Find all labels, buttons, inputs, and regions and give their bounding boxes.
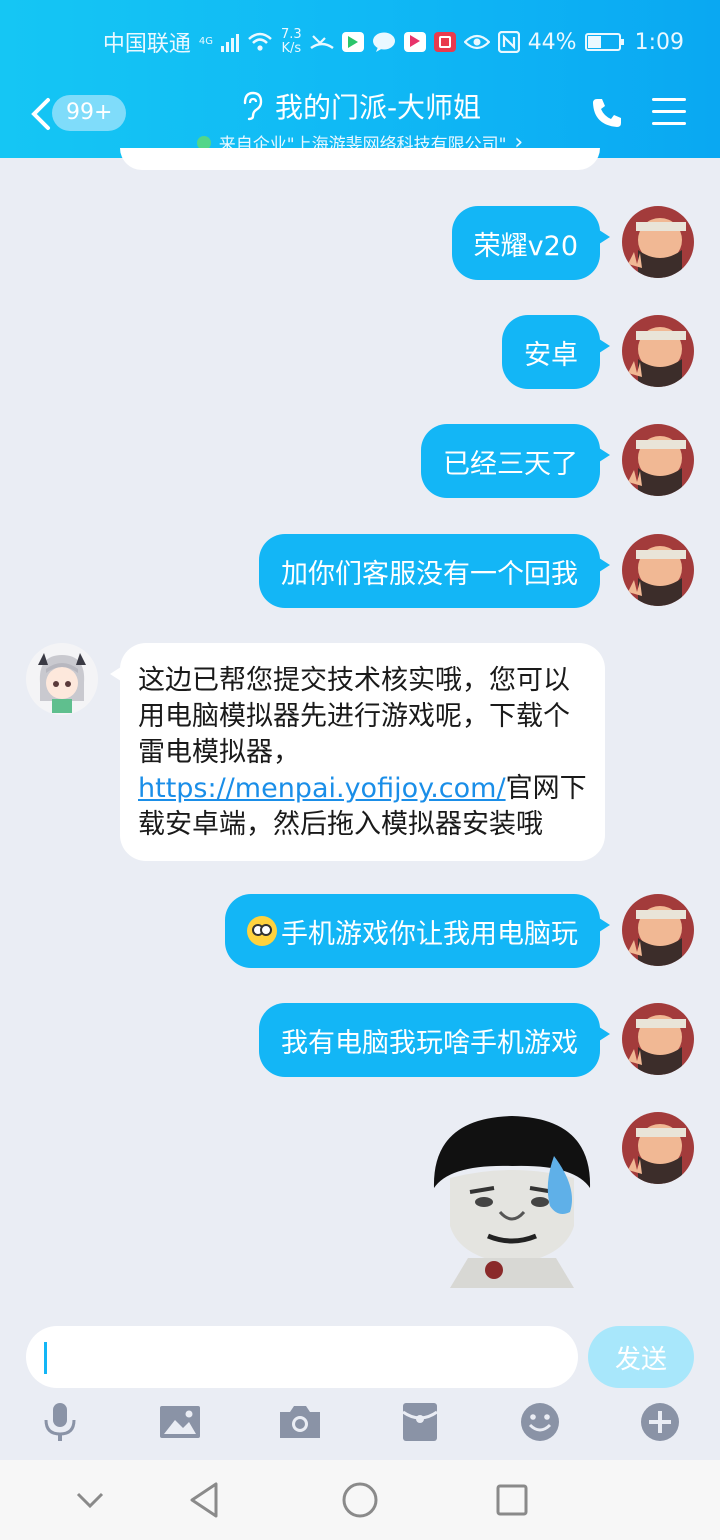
message-text: 这边已帮您提交技术核实哦，您可以用电脑模拟器先进行游戏呢，下载个雷电模拟器， <box>138 665 570 768</box>
speed-value: 7.3 <box>281 27 302 42</box>
message-list[interactable]: 荣耀v20 安卓 已经三天了 加你们客服没有一个回我 这边已帮您提交技术核实哦，… <box>0 148 720 1310</box>
support-avatar[interactable] <box>26 643 98 715</box>
message-app-icon <box>372 32 395 52</box>
youku-app-icon <box>403 32 426 52</box>
composer: 发送 <box>0 1310 720 1460</box>
my-avatar[interactable] <box>622 534 694 606</box>
my-avatar[interactable] <box>622 315 694 387</box>
my-avatar[interactable] <box>622 1112 694 1184</box>
ear-icon <box>243 91 263 121</box>
outgoing-bubble[interactable]: 荣耀v20 <box>451 206 611 280</box>
microphone-icon[interactable] <box>38 1400 82 1444</box>
battery-icon <box>584 33 624 51</box>
app-header: 中国联通 4G 7.3 K/s 44% 1:09 99+ 我的门派-大师姐 来自企… <box>0 0 720 158</box>
camera-icon[interactable] <box>278 1400 322 1444</box>
menu-icon[interactable] <box>652 98 686 128</box>
my-avatar[interactable] <box>622 894 694 966</box>
my-avatar[interactable] <box>622 424 694 496</box>
page-title: 我的门派-大师姐 <box>239 86 481 126</box>
red-envelope-icon[interactable] <box>398 1400 442 1444</box>
previous-message-bubble-edge <box>120 148 600 170</box>
network-speed: 7.3 K/s <box>281 28 302 56</box>
outgoing-bubble[interactable]: 手机游戏你让我用电脑玩 <box>225 894 610 968</box>
message-text: 安卓 <box>524 339 578 371</box>
network-type: 4G <box>198 36 213 47</box>
incoming-bubble[interactable]: 这边已帮您提交技术核实哦，您可以用电脑模拟器先进行游戏呢，下载个雷电模拟器， ht… <box>110 643 605 861</box>
my-avatar[interactable] <box>622 1003 694 1075</box>
outgoing-bubble[interactable]: 已经三天了 <box>421 424 610 498</box>
missed-call-icon <box>309 35 334 50</box>
recents-square-icon[interactable] <box>490 1478 534 1522</box>
outgoing-bubble[interactable]: 安卓 <box>502 315 610 389</box>
wifi-icon <box>248 32 272 51</box>
sweating-meme-sticker[interactable] <box>424 1108 600 1288</box>
signal-icon <box>221 32 239 52</box>
clock: 1:09 <box>634 29 684 55</box>
image-icon[interactable] <box>158 1400 202 1444</box>
text-cursor <box>44 1342 47 1374</box>
my-avatar[interactable] <box>622 206 694 278</box>
home-circle-icon[interactable] <box>338 1478 382 1522</box>
emoji-icon[interactable] <box>518 1400 562 1444</box>
send-button[interactable]: 发送 <box>588 1326 694 1388</box>
chat-title: 我的门派-大师姐 <box>274 91 482 124</box>
carrier-name: 中国联通 <box>102 32 191 57</box>
flushed-face-emoji-icon <box>247 916 277 946</box>
message-input[interactable] <box>26 1326 578 1388</box>
message-text: 荣耀v20 <box>473 230 578 262</box>
outgoing-bubble[interactable]: 我有电脑我玩啥手机游戏 <box>259 1003 610 1077</box>
message-text: 我有电脑我玩啥手机游戏 <box>281 1027 578 1059</box>
outgoing-bubble[interactable]: 加你们客服没有一个回我 <box>259 534 610 608</box>
battery-percent: 44% <box>527 29 577 55</box>
back-triangle-icon[interactable] <box>184 1478 228 1522</box>
status-bar: 中国联通 4G 7.3 K/s 44% 1:09 <box>103 22 684 62</box>
speed-unit: K/s <box>281 41 302 56</box>
message-text: 已经三天了 <box>443 448 578 480</box>
nfc-icon <box>497 31 520 53</box>
message-text: 加你们客服没有一个回我 <box>281 558 578 590</box>
eye-comfort-icon <box>463 34 490 50</box>
phone-icon[interactable] <box>590 96 624 130</box>
composer-toolbar <box>0 1400 720 1450</box>
video-app-icon <box>341 32 364 52</box>
reader-app-icon <box>433 32 456 52</box>
battery-level-fill <box>587 36 601 48</box>
official-site-link[interactable]: https://menpai.yofijoy.com/ <box>138 773 506 804</box>
plus-icon[interactable] <box>638 1400 682 1444</box>
message-text: 手机游戏你让我用电脑玩 <box>281 918 578 950</box>
system-navigation-bar <box>0 1460 720 1540</box>
chevron-down-icon[interactable] <box>68 1478 112 1522</box>
